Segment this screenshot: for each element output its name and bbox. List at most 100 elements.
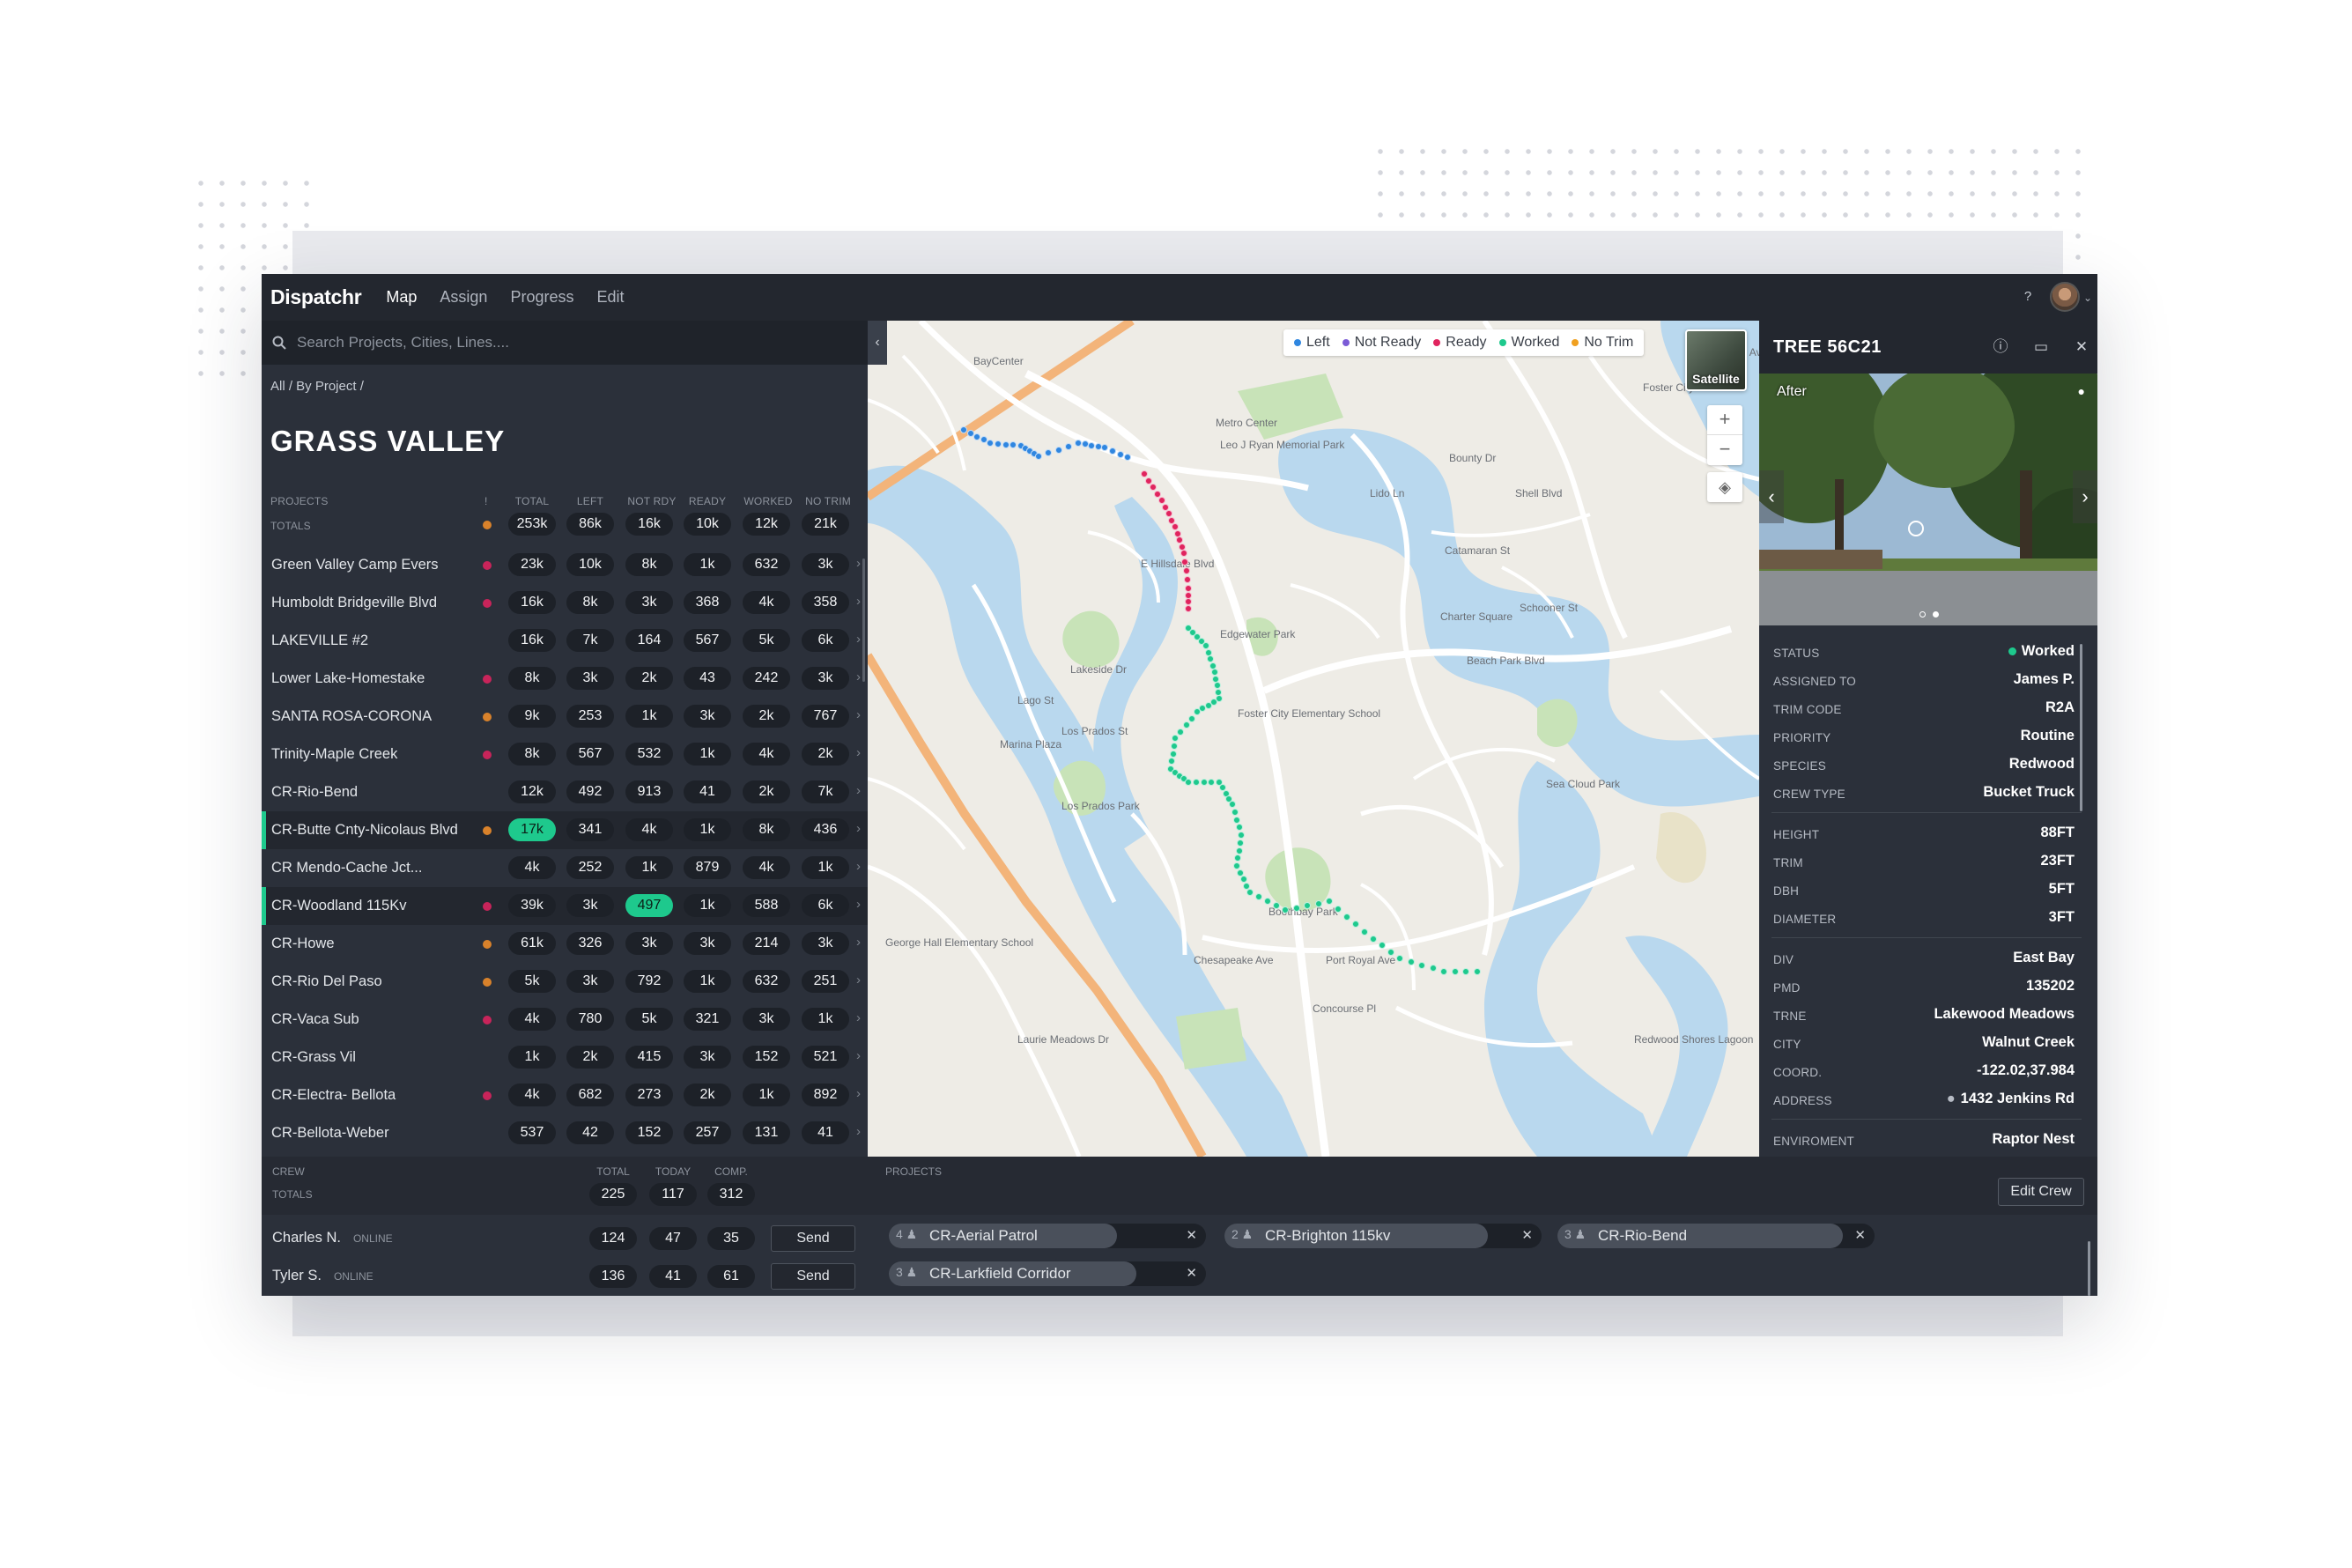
chevron-down-icon[interactable]: ⌄ (2083, 292, 2092, 304)
tree-marker[interactable] (1141, 470, 1148, 477)
project-pill[interactable]: 4 ♟ CR-Aerial Patrol ✕ (889, 1224, 1206, 1248)
remove-icon[interactable]: ✕ (1186, 1265, 1197, 1281)
tree-marker[interactable] (1185, 779, 1192, 786)
collapse-panel-button[interactable]: ‹ (868, 321, 887, 365)
legend-ready[interactable]: Ready (1433, 335, 1487, 351)
zoom-out-button[interactable]: − (1707, 435, 1742, 465)
tree-marker[interactable] (1462, 968, 1469, 975)
tree-marker[interactable] (1200, 779, 1208, 786)
tree-marker[interactable] (1326, 898, 1333, 905)
photo-prev-button[interactable]: ‹ (1759, 470, 1784, 523)
tree-marker[interactable] (1335, 905, 1342, 913)
chevron-right-icon[interactable]: › (856, 669, 861, 684)
zoom-in-button[interactable]: + (1707, 405, 1742, 435)
legend-not-ready[interactable]: Not Ready (1342, 335, 1421, 351)
chevron-right-icon[interactable]: › (856, 859, 861, 874)
tree-marker[interactable] (1211, 669, 1218, 676)
project-row[interactable]: CR-Vaca Sub 4k 780 5k 321 3k 1k › (262, 1001, 868, 1039)
comment-icon[interactable]: ▭ (2030, 337, 2052, 358)
map-view[interactable]: BayCenter Metro Center Leo J Ryan Memorial… (868, 321, 1759, 1157)
project-row[interactable]: CR-Rio Del Paso 5k 3k 792 1k 632 251 › (262, 963, 868, 1001)
help-icon[interactable]: ? (2018, 287, 2038, 307)
tree-marker[interactable] (1185, 585, 1192, 592)
tree-marker[interactable] (1314, 899, 1322, 907)
project-row[interactable]: CR Mendo-Cache Jct... 4k 252 1k 879 4k 1k › (262, 849, 868, 887)
info-icon[interactable]: ⓘ (1990, 337, 2011, 358)
satellite-toggle[interactable]: Satellite (1685, 329, 1747, 391)
tree-marker[interactable] (1177, 728, 1185, 736)
tree-marker[interactable] (1185, 604, 1192, 612)
nav-assign[interactable]: Assign (440, 288, 487, 307)
col-not-ready[interactable]: NOT RDY (621, 495, 683, 507)
nav-progress[interactable]: Progress (510, 288, 573, 307)
avatar[interactable] (2050, 282, 2080, 312)
project-row[interactable]: CR-Electra- Bellota 4k 682 273 2k 1k 892 › (262, 1076, 868, 1114)
search-bar[interactable]: Search Projects, Cities, Lines.... (262, 321, 868, 365)
chevron-right-icon[interactable]: › (856, 897, 861, 912)
tree-marker[interactable] (973, 433, 980, 440)
crew-row[interactable]: Charles N. ONLINE 124 47 35 Send (262, 1220, 868, 1258)
project-row[interactable]: CR-Grass Vil 1k 2k 415 3k 152 521 › (262, 1039, 868, 1076)
tree-marker[interactable] (1473, 968, 1481, 975)
tree-marker[interactable] (1396, 955, 1403, 962)
tree-marker[interactable] (1440, 968, 1447, 975)
edit-crew-button[interactable]: Edit Crew (1998, 1178, 2084, 1206)
tree-marker[interactable] (1236, 839, 1244, 847)
tree-marker[interactable] (960, 426, 967, 433)
tree-marker[interactable] (1213, 682, 1221, 689)
tree-photo[interactable]: After ‹ › ● (1759, 374, 2097, 625)
chevron-right-icon[interactable]: › (856, 707, 861, 722)
tree-marker[interactable] (1187, 714, 1195, 722)
project-row[interactable]: CR-Rio-Bend 12k 492 913 41 2k 7k › (262, 773, 868, 811)
tree-marker[interactable] (1264, 898, 1271, 905)
col-worked[interactable]: WORKED (737, 495, 799, 507)
tree-marker[interactable] (1246, 889, 1254, 896)
project-row[interactable]: CR-Woodland 115Kv 39k 3k 497 1k 588 6k › (262, 887, 868, 925)
tree-marker[interactable] (1101, 444, 1108, 451)
tree-marker[interactable] (1255, 893, 1262, 900)
tree-marker[interactable] (1075, 440, 1082, 447)
tree-marker[interactable] (1233, 862, 1240, 869)
project-row[interactable]: CR-Bellota-Weber 537 42 152 257 131 41 › (262, 1114, 868, 1152)
tree-marker[interactable] (1150, 484, 1157, 491)
remove-icon[interactable]: ✕ (1521, 1227, 1533, 1243)
chevron-right-icon[interactable]: › (856, 632, 861, 647)
chevron-right-icon[interactable]: › (856, 1086, 861, 1101)
tree-marker[interactable] (1231, 808, 1239, 816)
tree-marker[interactable] (1182, 721, 1190, 729)
tree-marker[interactable] (1172, 735, 1179, 742)
tree-marker[interactable] (1116, 450, 1124, 458)
col-left[interactable]: LEFT (566, 495, 614, 507)
tree-marker[interactable] (1282, 906, 1289, 913)
chevron-right-icon[interactable]: › (856, 556, 861, 571)
tree-marker[interactable] (1229, 801, 1236, 808)
project-row[interactable]: Lower Lake-Homestake 8k 3k 2k 43 242 3k › (262, 660, 868, 698)
pager-dot[interactable] (1919, 611, 1926, 618)
search-input[interactable]: Search Projects, Cities, Lines.... (297, 334, 509, 351)
nav-edit[interactable]: Edit (596, 288, 624, 307)
crew-row[interactable]: Tyler S. ONLINE 136 41 61 Send (262, 1258, 868, 1296)
tree-marker[interactable] (1158, 497, 1165, 504)
project-pill[interactable]: 3 ♟ CR-Rio-Bend ✕ (1557, 1224, 1875, 1248)
project-row[interactable]: LAKEVILLE #2 16k 7k 164 567 5k 6k › (262, 622, 868, 660)
tree-marker[interactable] (1194, 708, 1201, 715)
chevron-right-icon[interactable]: › (856, 783, 861, 798)
tree-marker[interactable] (1239, 876, 1247, 883)
chevron-right-icon[interactable]: › (856, 594, 861, 609)
close-icon[interactable]: ✕ (2071, 337, 2092, 358)
tree-marker[interactable] (1108, 447, 1116, 455)
send-button[interactable]: Send (771, 1263, 855, 1290)
project-row[interactable]: Green Valley Camp Evers 23k 10k 8k 1k 632 3k › (262, 546, 868, 584)
tree-marker[interactable] (1233, 816, 1240, 824)
tree-marker[interactable] (1054, 446, 1062, 454)
tree-marker[interactable] (1169, 750, 1177, 758)
chevron-right-icon[interactable]: › (856, 1010, 861, 1025)
chevron-right-icon[interactable]: › (856, 745, 861, 760)
tree-marker[interactable] (1370, 935, 1377, 943)
tree-marker[interactable] (1183, 576, 1191, 583)
send-button[interactable]: Send (771, 1225, 855, 1252)
tree-marker[interactable] (1292, 904, 1300, 912)
legend-left[interactable]: Left (1294, 335, 1330, 351)
tree-marker[interactable] (1343, 913, 1350, 921)
chevron-right-icon[interactable]: › (856, 821, 861, 836)
